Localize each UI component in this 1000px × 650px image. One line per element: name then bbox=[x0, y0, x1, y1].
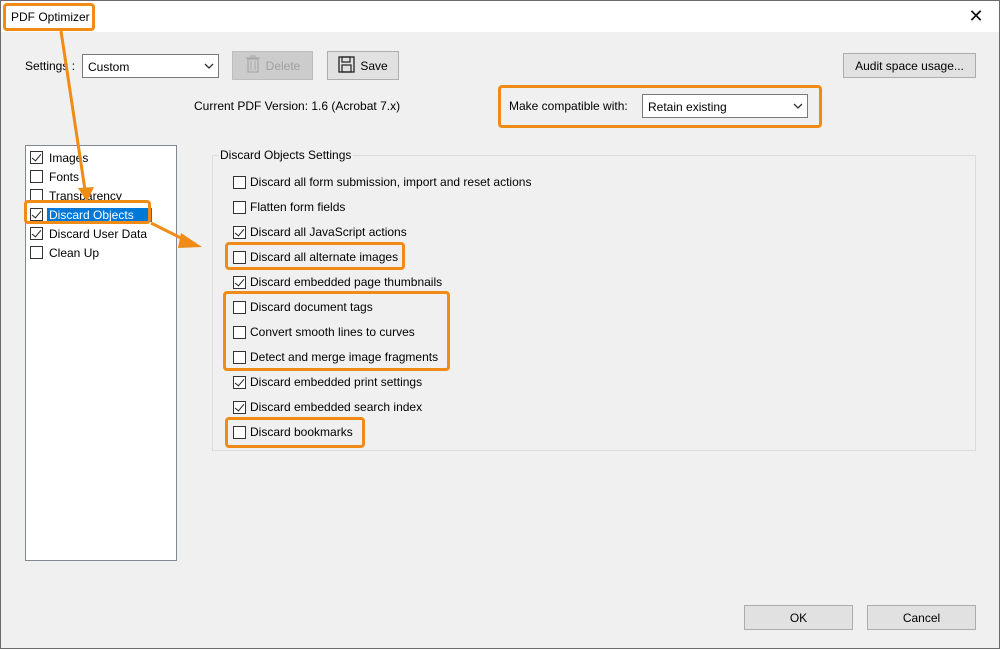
compatibility-selected-value: Retain existing bbox=[648, 100, 727, 114]
panel-item-transparency[interactable]: Transparency bbox=[30, 187, 167, 204]
delete-button-label: Delete bbox=[265, 58, 301, 73]
panel-list: Images Fonts Transparency Discard Object… bbox=[25, 145, 177, 561]
option-merge-image-fragments[interactable]: Detect and merge image fragments bbox=[233, 349, 438, 365]
cancel-button[interactable]: Cancel bbox=[867, 605, 976, 630]
checkbox[interactable] bbox=[30, 170, 43, 183]
option-label: Convert smooth lines to curves bbox=[250, 325, 415, 339]
window-title: PDF Optimizer bbox=[11, 10, 90, 24]
checkbox[interactable] bbox=[30, 227, 43, 240]
panel-item-discard-user-data[interactable]: Discard User Data bbox=[30, 225, 167, 242]
panel-item-label: Fonts bbox=[49, 169, 80, 184]
option-label: Discard all form submission, import and … bbox=[250, 175, 532, 189]
checkbox[interactable] bbox=[233, 375, 246, 389]
panel-item-label: Discard Objects bbox=[47, 207, 152, 222]
panel-item-label: Transparency bbox=[49, 188, 122, 203]
make-compatible-label: Make compatible with: bbox=[509, 99, 628, 113]
checkbox[interactable] bbox=[233, 350, 246, 364]
settings-selected-value: Custom bbox=[88, 60, 130, 74]
pdf-optimizer-dialog: PDF Optimizer ✕ Settings : Custom Delete bbox=[0, 0, 1000, 649]
option-label: Discard all alternate images bbox=[250, 250, 399, 264]
checkbox[interactable] bbox=[30, 189, 43, 202]
checkbox[interactable] bbox=[233, 325, 246, 339]
option-discard-print-settings[interactable]: Discard embedded print settings bbox=[233, 374, 422, 390]
title-bar: PDF Optimizer ✕ bbox=[1, 1, 999, 32]
option-discard-document-tags[interactable]: Discard document tags bbox=[233, 299, 373, 315]
checkbox[interactable] bbox=[30, 246, 43, 259]
option-discard-thumbnails[interactable]: Discard embedded page thumbnails bbox=[233, 274, 442, 290]
option-label: Discard embedded search index bbox=[250, 400, 423, 414]
save-button[interactable]: Save bbox=[327, 51, 399, 80]
panel-item-label: Clean Up bbox=[49, 245, 100, 260]
panel-item-discard-objects[interactable]: Discard Objects bbox=[30, 206, 167, 223]
option-discard-javascript[interactable]: Discard all JavaScript actions bbox=[233, 224, 407, 240]
option-label: Discard all JavaScript actions bbox=[250, 225, 407, 239]
option-label: Detect and merge image fragments bbox=[250, 350, 439, 364]
panel-item-fonts[interactable]: Fonts bbox=[30, 168, 167, 185]
checkbox[interactable] bbox=[30, 208, 43, 221]
settings-label: Settings : bbox=[25, 59, 76, 73]
checkbox[interactable] bbox=[233, 425, 246, 439]
current-pdf-version: Current PDF Version: 1.6 (Acrobat 7.x) bbox=[194, 99, 401, 113]
option-discard-form-actions[interactable]: Discard all form submission, import and … bbox=[233, 174, 531, 190]
settings-dropdown[interactable]: Custom bbox=[82, 54, 219, 78]
compatibility-dropdown[interactable]: Retain existing bbox=[642, 94, 808, 118]
panel-item-label: Discard User Data bbox=[49, 226, 148, 241]
checkbox[interactable] bbox=[233, 225, 246, 239]
checkbox[interactable] bbox=[233, 300, 246, 314]
checkbox[interactable] bbox=[30, 151, 43, 164]
option-discard-search-index[interactable]: Discard embedded search index bbox=[233, 399, 422, 415]
option-discard-alternate-images[interactable]: Discard all alternate images bbox=[233, 249, 398, 265]
option-convert-smooth-lines[interactable]: Convert smooth lines to curves bbox=[233, 324, 415, 340]
panel-item-images[interactable]: Images bbox=[30, 149, 167, 166]
option-label: Discard embedded page thumbnails bbox=[250, 275, 443, 289]
option-discard-bookmarks[interactable]: Discard bookmarks bbox=[233, 424, 353, 440]
option-label: Discard document tags bbox=[250, 300, 373, 314]
ok-button[interactable]: OK bbox=[744, 605, 853, 630]
audit-space-usage-button[interactable]: Audit space usage... bbox=[843, 53, 976, 78]
floppy-disk-icon bbox=[338, 55, 355, 76]
arrow-head bbox=[178, 233, 202, 248]
checkbox[interactable] bbox=[233, 200, 246, 214]
checkbox[interactable] bbox=[233, 175, 246, 189]
checkbox[interactable] bbox=[233, 250, 246, 264]
option-label: Discard embedded print settings bbox=[250, 375, 423, 389]
panel-item-clean-up[interactable]: Clean Up bbox=[30, 244, 167, 261]
option-flatten-form-fields[interactable]: Flatten form fields bbox=[233, 199, 345, 215]
trash-icon bbox=[245, 55, 261, 76]
option-label: Discard bookmarks bbox=[250, 425, 353, 439]
checkbox[interactable] bbox=[233, 275, 246, 289]
panel-item-label: Images bbox=[49, 150, 89, 165]
option-label: Flatten form fields bbox=[250, 200, 346, 214]
chevron-down-icon bbox=[789, 95, 807, 117]
chevron-down-icon bbox=[200, 55, 218, 77]
checkbox[interactable] bbox=[233, 400, 246, 414]
group-title: Discard Objects Settings bbox=[218, 148, 354, 162]
close-icon[interactable]: ✕ bbox=[953, 1, 999, 32]
save-button-label: Save bbox=[360, 58, 388, 73]
delete-button[interactable]: Delete bbox=[232, 51, 313, 80]
